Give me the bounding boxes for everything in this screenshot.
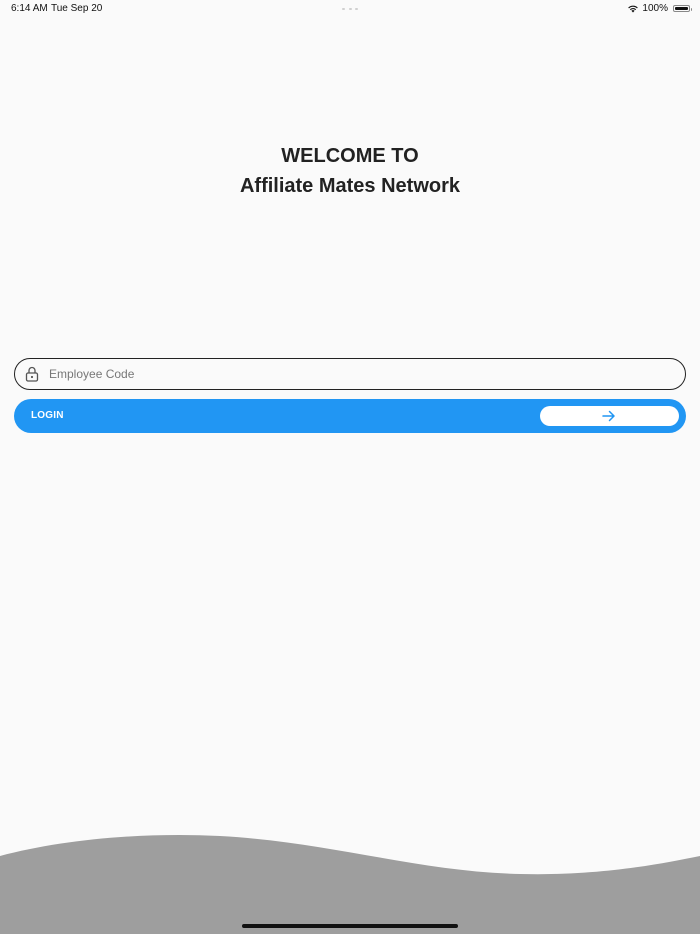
bottom-wave-decoration (0, 834, 700, 934)
status-date: Tue Sep 20 (51, 3, 103, 14)
employee-code-field[interactable] (14, 358, 686, 390)
app-name: Affiliate Mates Network (239, 175, 461, 197)
status-bar: 6:14 AM Tue Sep 20 100% (0, 0, 700, 18)
lock-icon (25, 366, 39, 382)
wifi-icon (628, 5, 639, 13)
home-indicator[interactable] (242, 924, 458, 928)
login-arrow-button[interactable] (540, 406, 679, 426)
employee-code-input[interactable] (49, 359, 673, 388)
arrow-right-icon (602, 410, 615, 422)
battery-icon (673, 5, 692, 12)
status-time: 6:14 AM (11, 3, 48, 14)
welcome-line: WELCOME TO (281, 145, 419, 167)
login-button[interactable]: LOGIN (14, 399, 686, 433)
status-right-group: 100% (627, 3, 692, 14)
welcome-title: WELCOME TO Affiliate Mates Network (0, 141, 700, 201)
multitasking-dots-icon[interactable] (342, 8, 358, 10)
battery-percentage: 100% (642, 3, 668, 14)
login-label: LOGIN (31, 410, 64, 421)
